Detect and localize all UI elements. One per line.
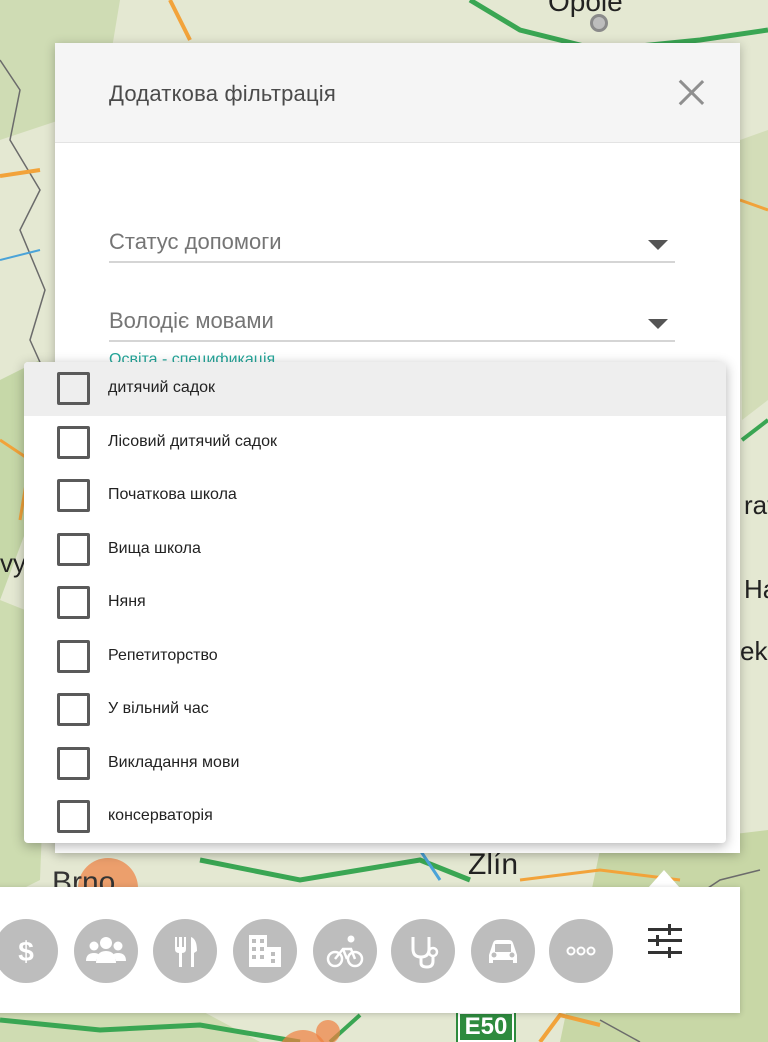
dropdown-option[interactable]: Репетиторство [24,630,726,684]
checkbox[interactable] [57,746,90,780]
option-label: Викладання мови [108,753,240,771]
money-icon[interactable]: $ [0,919,58,983]
status-select-label: Статус допомоги [109,229,282,254]
map-label-opole: Opole [548,0,623,17]
caret-down-icon [648,240,668,250]
tune-icon[interactable] [646,924,684,958]
bicycle-icon[interactable] [313,919,377,983]
close-icon[interactable] [675,76,707,108]
dropdown-option[interactable]: Початкова школа [24,469,726,523]
dropdown-option[interactable]: Лісовий дитячий садок [24,416,726,470]
checkbox[interactable] [57,586,90,619]
dropdown-option[interactable]: Няня [24,576,726,630]
dialog-title: Додаткова фільтрація [109,81,336,106]
dropdown-option[interactable]: У вільний час [24,683,726,737]
education-dropdown[interactable]: дитячий садок Лісовий дитячий садок Поча… [24,362,726,843]
restaurant-icon[interactable] [153,919,217,983]
toolbar-notch [648,870,680,888]
dropdown-option[interactable]: консерваторія [24,790,726,843]
svg-text:$: $ [18,936,34,967]
option-label: Початкова школа [108,486,237,503]
stethoscope-icon[interactable] [391,919,455,983]
option-label: Лісовий дитячий садок [108,432,278,450]
option-label: Няня [108,593,146,610]
checkbox[interactable] [57,425,90,459]
checkbox[interactable] [57,372,90,405]
option-label: дитячий садок [108,379,216,396]
checkbox[interactable] [57,532,90,566]
languages-select[interactable]: Володіє мовами [109,298,675,342]
languages-select-label: Володіє мовами [109,308,274,333]
checkbox[interactable] [57,479,90,512]
map-label-zlin: Zlín [468,848,519,881]
option-label: Репетиторство [108,646,218,664]
dialog-header: Додаткова фільтрація [55,43,740,143]
map-label-partial: Ha [744,574,768,604]
road-shield: E50 [456,1010,516,1042]
option-label: консерваторія [108,807,213,824]
map-label-partial: ek- [740,636,768,666]
car-icon[interactable] [471,919,535,983]
building-icon[interactable] [233,919,297,983]
map-label-partial: vy [0,548,26,578]
checkbox[interactable] [57,639,90,673]
map-marker-cluster[interactable] [316,1020,340,1042]
group-icon[interactable] [74,919,138,983]
dropdown-option[interactable]: дитячий садок [24,362,726,416]
map-label-partial: rav [744,490,768,520]
checkbox[interactable] [57,693,90,726]
option-label: Вища школа [108,539,201,557]
dropdown-option[interactable]: Вища школа [24,523,726,577]
dropdown-option[interactable]: Викладання мови [24,737,726,791]
more-icon[interactable] [549,919,613,983]
checkbox[interactable] [57,800,90,833]
option-label: У вільний час [108,700,209,717]
caret-down-icon [648,319,668,329]
status-select[interactable]: Статус допомоги [109,219,675,263]
